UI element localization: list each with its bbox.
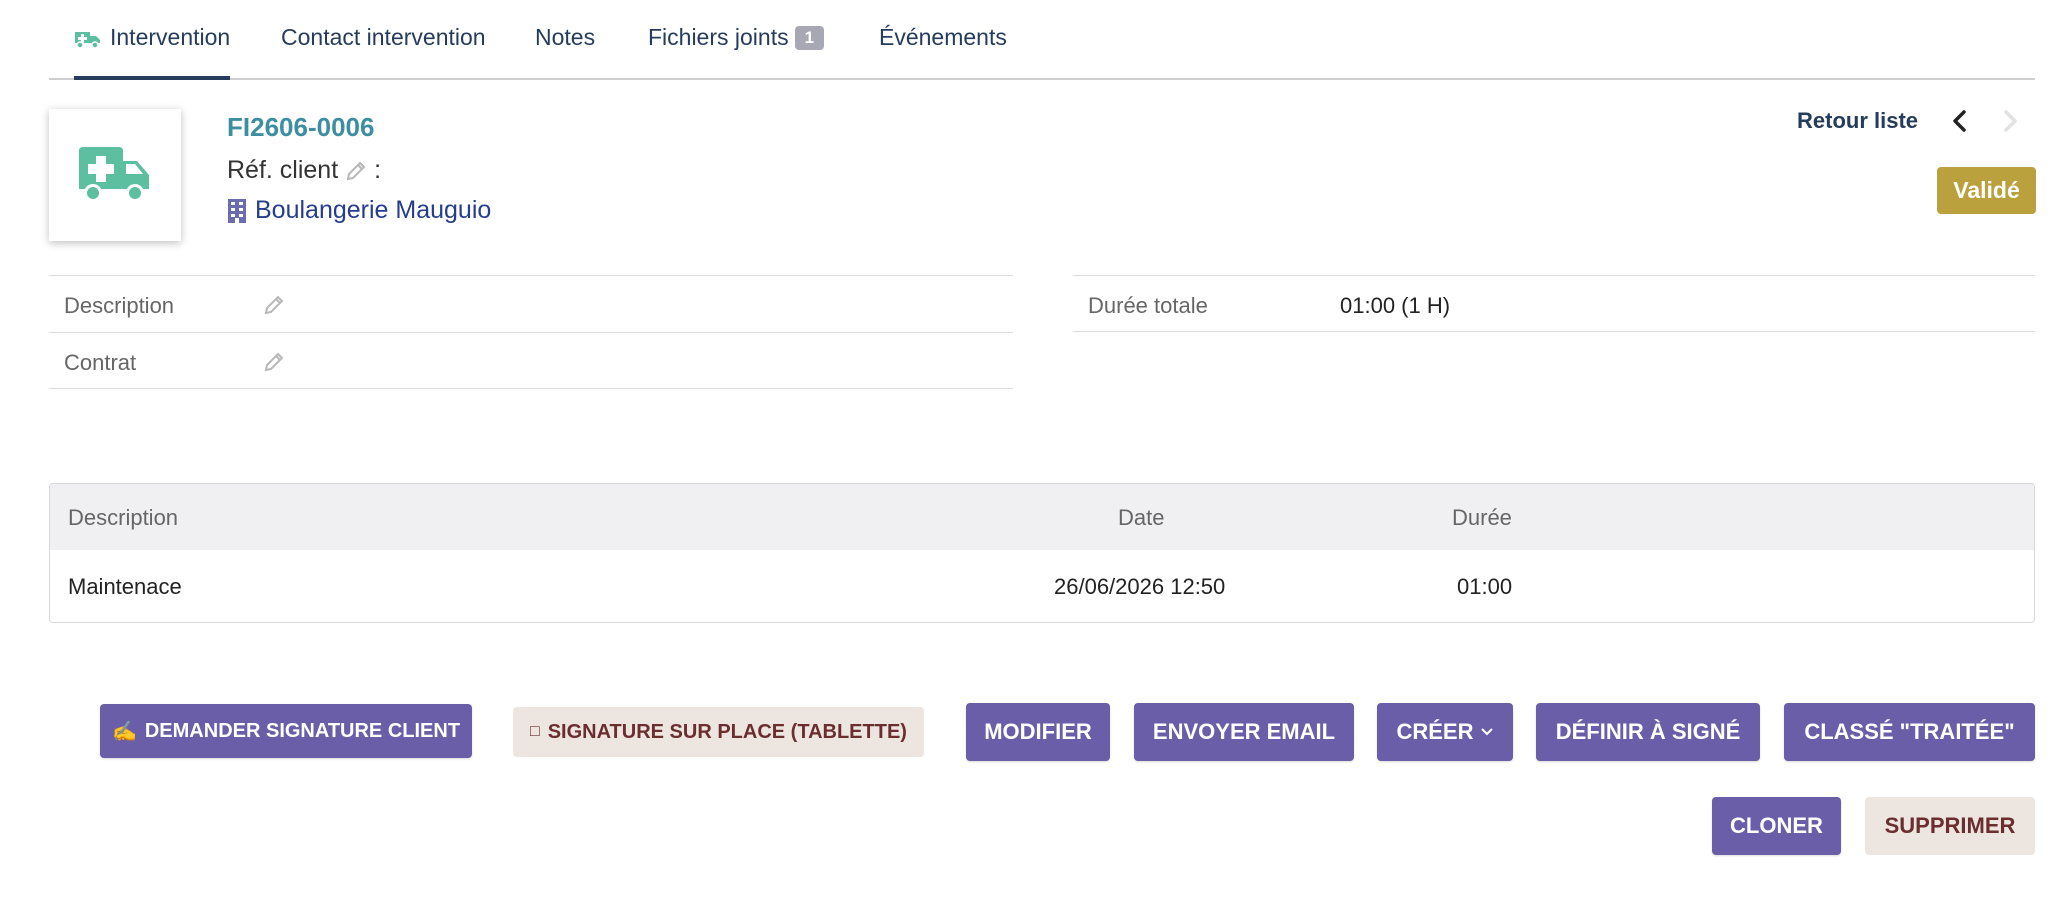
company-name: Boulangerie Mauguio bbox=[255, 196, 492, 224]
delete-label: SUPPRIMER bbox=[1884, 813, 2016, 838]
send-email-label: ENVOYER EMAIL bbox=[1152, 719, 1336, 744]
tab-events-label: Événements bbox=[879, 24, 1007, 50]
line-duration: 01:00 bbox=[1457, 574, 1513, 599]
field-description-label: Description bbox=[64, 293, 175, 318]
chevron-right-icon bbox=[2004, 110, 2017, 132]
fields-right: Durée totale 01:00 (1 H) bbox=[1073, 275, 2035, 332]
building-icon bbox=[228, 198, 246, 223]
files-count-badge: 1 bbox=[794, 26, 825, 50]
line-description: Maintenace bbox=[68, 574, 182, 599]
clone-label: CLONER bbox=[1730, 813, 1823, 838]
status-badge: Validé bbox=[1937, 167, 2036, 214]
chevron-down-icon bbox=[1480, 728, 1493, 736]
field-contract: Contrat bbox=[49, 332, 1013, 389]
field-total-duration-value: 01:00 (1 H) bbox=[1340, 293, 1451, 318]
column-header-description: Description bbox=[68, 505, 179, 530]
pencil-icon[interactable] bbox=[344, 159, 368, 183]
set-signed-button[interactable]: DÉFINIR À SIGNÉ bbox=[1536, 703, 1760, 761]
onsite-signature-label: SIGNATURE SUR PLACE (TABLETTE) bbox=[547, 720, 907, 743]
signature-icon: ✍ bbox=[111, 720, 137, 743]
tab-files-label: Fichiers joints bbox=[648, 24, 789, 50]
table-header: Description Date Durée bbox=[50, 484, 2034, 550]
field-description: Description bbox=[49, 275, 1013, 332]
column-header-date: Date bbox=[1118, 505, 1165, 530]
object-logo bbox=[49, 109, 181, 241]
set-signed-label: DÉFINIR À SIGNÉ bbox=[1555, 719, 1741, 744]
ref-client-colon: : bbox=[374, 156, 382, 184]
request-client-signature-label: DEMANDER SIGNATURE CLIENT bbox=[144, 719, 461, 742]
tablet-icon: □ bbox=[530, 723, 540, 740]
pencil-icon[interactable] bbox=[262, 293, 286, 317]
tab-intervention[interactable]: Intervention bbox=[74, 24, 231, 80]
tab-contact-intervention[interactable]: Contact intervention bbox=[281, 24, 486, 80]
column-header-duration: Durée bbox=[1452, 505, 1512, 530]
ref-client-label: Réf. client bbox=[227, 156, 339, 184]
ref-client-row: Réf. client : bbox=[227, 156, 381, 185]
tab-events[interactable]: Événements bbox=[879, 24, 1007, 80]
tab-contact-label: Contact intervention bbox=[281, 24, 486, 50]
classify-done-label: CLASSÉ "TRAITÉE" bbox=[1804, 719, 2015, 744]
modify-button[interactable]: MODIFIER bbox=[966, 703, 1110, 761]
tab-notes-label: Notes bbox=[535, 24, 596, 50]
line-date: 26/06/2026 12:50 bbox=[1054, 574, 1226, 599]
fields-left: Description Contrat bbox=[49, 275, 1013, 389]
request-client-signature-button[interactable]: ✍ DEMANDER SIGNATURE CLIENT bbox=[100, 704, 472, 758]
pencil-icon[interactable] bbox=[262, 350, 286, 374]
create-label: CRÉER bbox=[1396, 719, 1474, 744]
table-row[interactable]: Maintenace 26/06/2026 12:50 01:00 bbox=[50, 550, 2034, 622]
chevron-left-icon[interactable] bbox=[1948, 106, 1972, 136]
tab-intervention-label: Intervention bbox=[110, 24, 231, 50]
back-to-list-link[interactable]: Retour liste bbox=[1797, 108, 1918, 134]
modify-label: MODIFIER bbox=[984, 719, 1092, 744]
classify-done-button[interactable]: CLASSÉ "TRAITÉE" bbox=[1784, 703, 2035, 761]
ambulance-icon bbox=[79, 147, 149, 202]
field-total-duration: Durée totale 01:00 (1 H) bbox=[1073, 275, 2035, 332]
send-email-button[interactable]: ENVOYER EMAIL bbox=[1134, 703, 1354, 761]
company-link[interactable]: Boulangerie Mauguio bbox=[227, 196, 491, 225]
tab-notes[interactable]: Notes bbox=[535, 24, 595, 80]
delete-button[interactable]: SUPPRIMER bbox=[1865, 797, 2035, 855]
tab-bar: Intervention Contact intervention Notes … bbox=[49, 0, 2035, 80]
field-contract-label: Contrat bbox=[64, 350, 137, 375]
field-total-duration-label: Durée totale bbox=[1088, 293, 1208, 318]
intervention-lines-table: Description Date Durée Maintenace 26/06/… bbox=[49, 483, 2035, 623]
intervention-ref: FI2606-0006 bbox=[227, 112, 375, 142]
create-dropdown-button[interactable]: CRÉER bbox=[1377, 703, 1513, 761]
onsite-signature-button[interactable]: □ SIGNATURE SUR PLACE (TABLETTE) bbox=[513, 707, 924, 757]
clone-button[interactable]: CLONER bbox=[1712, 797, 1841, 855]
tab-attached-files[interactable]: Fichiers joints 1 bbox=[648, 24, 825, 80]
ambulance-icon bbox=[75, 31, 100, 49]
